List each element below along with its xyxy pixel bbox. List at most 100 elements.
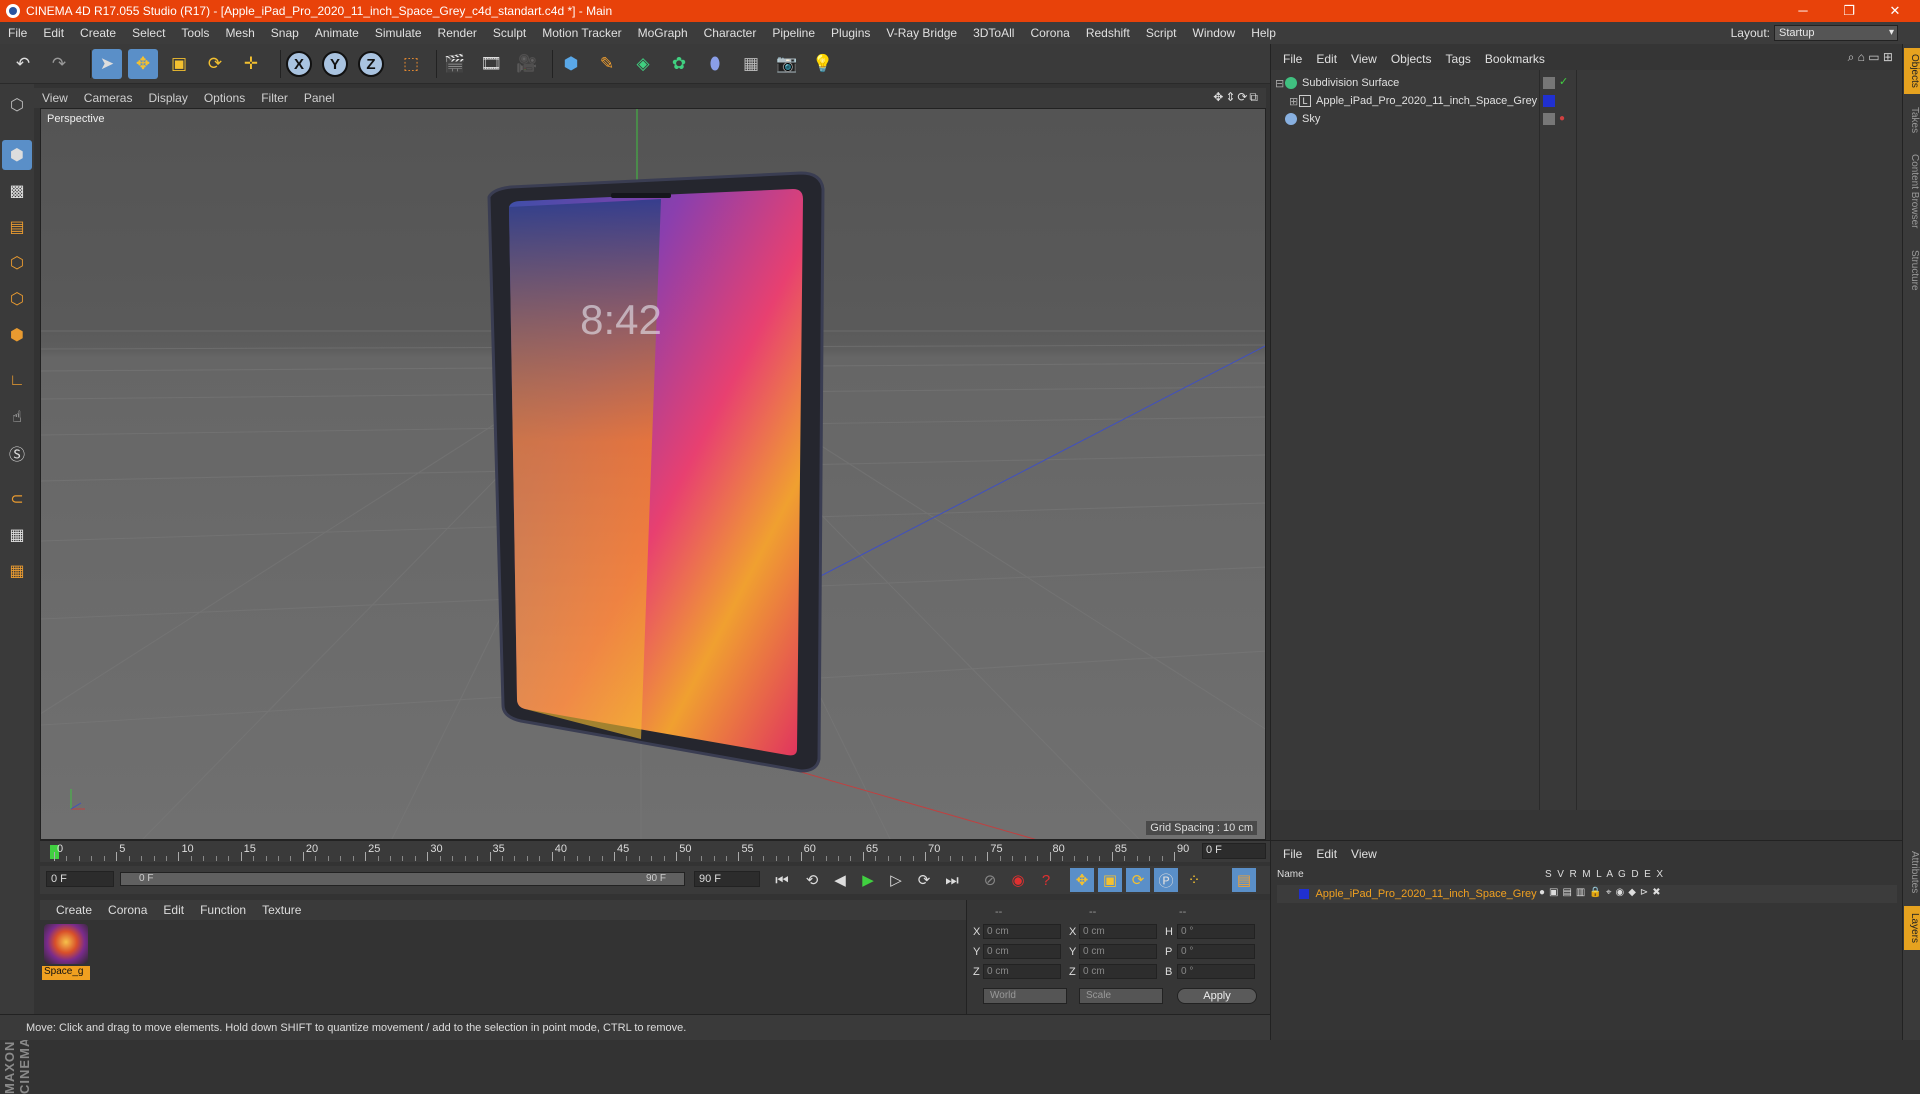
menu-script[interactable]: Script [1138, 26, 1185, 40]
menu-character[interactable]: Character [696, 26, 765, 40]
layer-menu-view[interactable]: View [1344, 847, 1384, 865]
key-parameter-icon[interactable]: Ⓟ [1154, 868, 1178, 892]
select-arrow-icon[interactable]: ➤ [92, 49, 122, 79]
tab-attributes[interactable]: Attributes [1904, 844, 1920, 900]
menu-animate[interactable]: Animate [307, 26, 367, 40]
tab-structure[interactable]: Structure [1904, 242, 1920, 298]
material-thumbnail[interactable] [44, 924, 88, 964]
deformer-icon[interactable]: ⬮ [700, 49, 730, 79]
workplane-mode-icon[interactable]: ▤ [2, 212, 32, 242]
x-axis-lock-icon[interactable]: X [286, 51, 312, 77]
light-bulb-icon[interactable]: 💡 [808, 49, 838, 79]
layer-flag-icons[interactable]: ●▣▤▥🔒⌖◉◆⊳✖ [1539, 887, 1665, 898]
menu-pipeline[interactable]: Pipeline [764, 26, 823, 40]
object-name[interactable]: Sky [1302, 113, 1320, 125]
mat-menu-corona[interactable]: Corona [100, 903, 155, 917]
preview-range-slider[interactable]: 0 F 90 F [120, 872, 685, 886]
coord-size-y-field[interactable]: 0 cm [1079, 944, 1157, 959]
axis-mode-icon[interactable]: ∟ [2, 366, 32, 396]
menu-edit[interactable]: Edit [35, 26, 72, 40]
obj-menu-bookmarks[interactable]: Bookmarks [1478, 52, 1552, 66]
key-scale-icon[interactable]: ▣ [1098, 868, 1122, 892]
undo-icon[interactable]: ↶ [8, 49, 38, 79]
next-key-icon[interactable]: ⟳ [912, 868, 936, 892]
visibility-toggle-icon[interactable] [1543, 113, 1555, 125]
layer-color-icon[interactable] [1543, 95, 1555, 107]
layer-menu-edit[interactable]: Edit [1309, 847, 1344, 865]
obj-menu-view[interactable]: View [1344, 52, 1384, 66]
viewport-menu-display[interactable]: Display [140, 91, 195, 105]
transform-tool-icon[interactable]: ✛ [236, 49, 266, 79]
tab-content-browser[interactable]: Content Browser [1904, 146, 1920, 236]
object-name[interactable]: Apple_iPad_Pro_2020_11_inch_Space_Grey [1316, 95, 1537, 107]
menu-3dtoall[interactable]: 3DToAll [965, 26, 1022, 40]
mat-menu-edit[interactable]: Edit [155, 903, 192, 917]
viewport-menu-options[interactable]: Options [196, 91, 253, 105]
object-row-ipad[interactable]: ⊞ L Apple_iPad_Pro_2020_11_inch_Space_Gr… [1289, 92, 1537, 110]
menu-window[interactable]: Window [1185, 26, 1244, 40]
subdivision-surface-icon[interactable]: ◈ [628, 49, 658, 79]
record-keys-disabled-icon[interactable]: ⊘ [978, 868, 1002, 892]
layer-menu-file[interactable]: File [1271, 847, 1309, 865]
max-frame-field[interactable]: 90 F [694, 871, 760, 887]
snapping-icon[interactable]: Ⓢ [2, 438, 32, 468]
coord-rot-p-field[interactable]: 0 ° [1177, 944, 1255, 959]
record-active-icon[interactable]: ◉ [1006, 868, 1030, 892]
model-mode-icon[interactable]: ⬢ [2, 140, 32, 170]
timeline-frame-field[interactable]: 0 F [1202, 843, 1266, 859]
menu-corona[interactable]: Corona [1022, 26, 1077, 40]
coord-size-x-field[interactable]: 0 cm [1079, 924, 1157, 939]
layer-color-swatch[interactable] [1299, 889, 1309, 899]
restore-icon[interactable]: ❐ [1826, 0, 1872, 22]
minimize-icon[interactable]: ─ [1780, 0, 1826, 22]
render-settings-icon[interactable]: 🎥 [512, 49, 542, 79]
go-to-end-icon[interactable]: ⏭ [940, 868, 964, 892]
play-icon[interactable]: ▶ [856, 868, 880, 892]
obj-menu-edit[interactable]: Edit [1309, 52, 1344, 66]
key-position-icon[interactable]: ✥ [1070, 868, 1094, 892]
perspective-viewport[interactable]: 8:42 Perspective Grid Spacing : 10 cm [40, 108, 1266, 840]
coordinate-system-icon[interactable]: ⬚ [396, 49, 426, 79]
viewport-camera-label[interactable]: Perspective [45, 113, 107, 125]
obj-menu-objects[interactable]: Objects [1384, 52, 1439, 66]
z-axis-lock-icon[interactable]: Z [358, 51, 384, 77]
menu-simulate[interactable]: Simulate [367, 26, 430, 40]
enabled-check-icon[interactable]: ✓ [1559, 75, 1571, 88]
menu-file[interactable]: File [0, 26, 35, 40]
coord-mode-select[interactable]: Scale [1079, 988, 1163, 1004]
object-row-subdivision[interactable]: ⊟ Subdivision Surface [1275, 74, 1399, 92]
menu-render[interactable]: Render [430, 26, 485, 40]
scale-tool-icon[interactable]: ▣ [164, 49, 194, 79]
make-editable-icon[interactable]: ⬡ [2, 90, 32, 120]
layer-row[interactable]: Apple_iPad_Pro_2020_11_inch_Space_Grey ●… [1277, 885, 1897, 903]
tab-takes[interactable]: Takes [1904, 100, 1920, 140]
coord-pos-x-field[interactable]: 0 cm [983, 924, 1061, 939]
magnet-icon[interactable]: ⊂ [2, 484, 32, 514]
timeline-window-icon[interactable]: ▤ [1232, 868, 1256, 892]
menu-mesh[interactable]: Mesh [217, 26, 262, 40]
coord-pos-y-field[interactable]: 0 cm [983, 944, 1061, 959]
coord-pos-z-field[interactable]: 0 cm [983, 964, 1061, 979]
go-to-start-icon[interactable]: ⏮ [770, 868, 794, 892]
floor-scene-icon[interactable]: ▦ [736, 49, 766, 79]
rotate-tool-icon[interactable]: ⟳ [200, 49, 230, 79]
menu-plugins[interactable]: Plugins [823, 26, 878, 40]
points-mode-icon[interactable]: ⬡ [2, 248, 32, 278]
next-frame-icon[interactable]: ▷ [884, 868, 908, 892]
autokeying-icon[interactable]: ? [1034, 868, 1058, 892]
mat-menu-texture[interactable]: Texture [254, 903, 309, 917]
spline-pen-icon[interactable]: ✎ [592, 49, 622, 79]
layer-name[interactable]: Apple_iPad_Pro_2020_11_inch_Space_Grey [1315, 888, 1536, 900]
menu-redshift[interactable]: Redshift [1078, 26, 1138, 40]
menu-vray-bridge[interactable]: V-Ray Bridge [878, 26, 965, 40]
layout-select[interactable]: Startup [1774, 25, 1898, 41]
key-rotation-icon[interactable]: ⟳ [1126, 868, 1150, 892]
apply-button[interactable]: Apply [1177, 988, 1257, 1004]
edges-mode-icon[interactable]: ⬡ [2, 284, 32, 314]
polygons-mode-icon[interactable]: ⬢ [2, 320, 32, 350]
tweak-mode-icon[interactable]: ☝ [2, 402, 32, 432]
frame-ruler[interactable]: 0 5 10 15 20 25 30 35 40 45 50 55 60 65 70 75 80 85 90 [50, 843, 1200, 861]
coord-space-select[interactable]: World [983, 988, 1067, 1004]
obj-menu-file[interactable]: File [1271, 52, 1309, 66]
cube-object-icon[interactable]: ⬢ [556, 49, 586, 79]
